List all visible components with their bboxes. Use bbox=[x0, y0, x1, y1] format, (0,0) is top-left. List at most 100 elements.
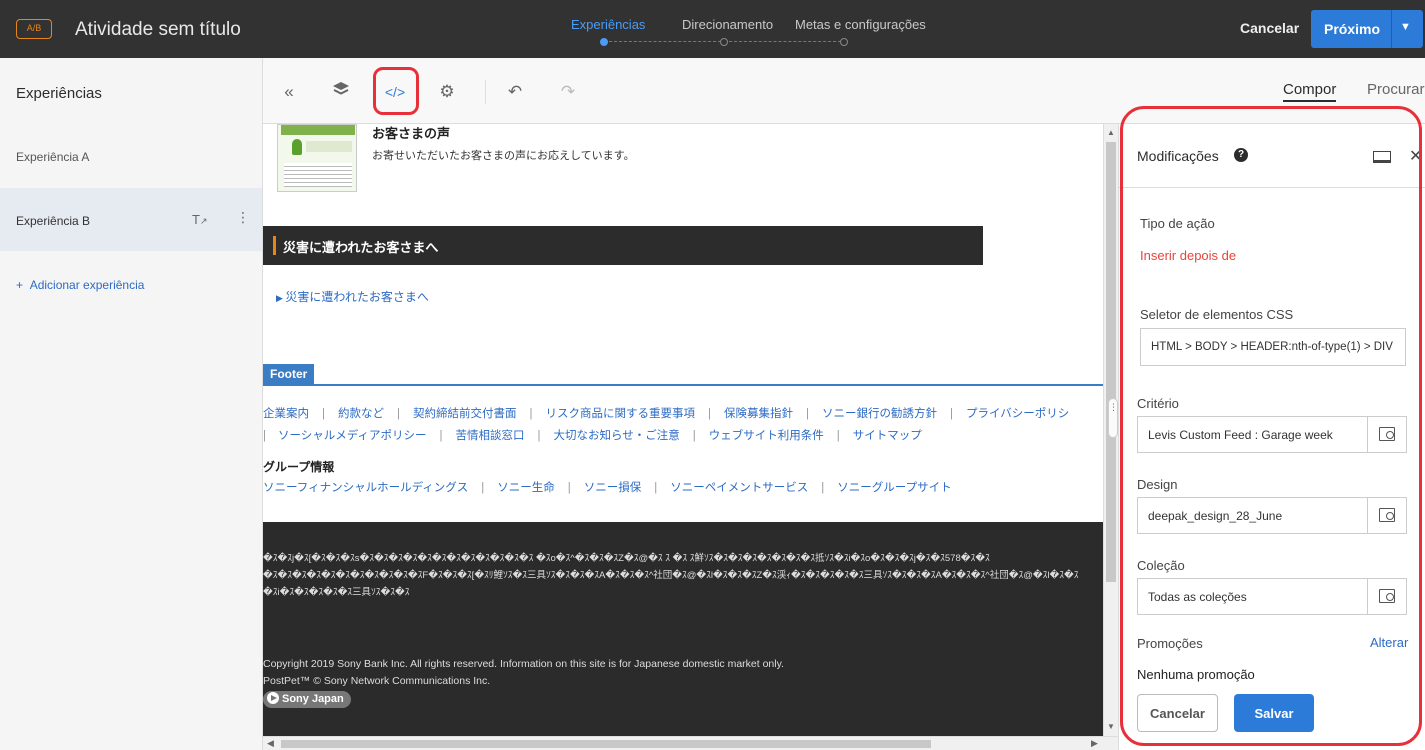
design-field[interactable]: deepak_design_28_June bbox=[1137, 497, 1407, 534]
thumbnail-button bbox=[306, 141, 352, 152]
design-label: Design bbox=[1137, 477, 1178, 492]
panel-save-button[interactable]: Salvar bbox=[1234, 694, 1314, 732]
design-value: deepak_design_28_June bbox=[1148, 509, 1283, 523]
scroll-right-icon[interactable]: ▶ bbox=[1091, 738, 1098, 749]
ab-activity-badge: A/B bbox=[16, 19, 52, 39]
step-dot-experiences bbox=[600, 38, 608, 46]
change-promotions-link[interactable]: Alterar bbox=[1370, 635, 1408, 650]
experience-item-b[interactable]: Experiência B T↗ ⋮ bbox=[0, 188, 262, 251]
collection-value: Todas as coleções bbox=[1148, 590, 1247, 604]
footer-link[interactable]: 大切なお知らせ・ご注意 bbox=[553, 430, 679, 442]
disaster-heading-bar: 災害に遭われたお客さまへ bbox=[263, 226, 983, 265]
scroll-thumb[interactable] bbox=[1106, 142, 1116, 582]
footer-link[interactable]: 約款など bbox=[338, 408, 384, 420]
no-promotion-text: Nenhuma promoção bbox=[1137, 667, 1255, 682]
thumbnail-header bbox=[281, 125, 355, 135]
scroll-thumb[interactable] bbox=[281, 740, 931, 748]
code-icon[interactable]: </> bbox=[383, 80, 407, 104]
gear-icon[interactable]: ⚙ bbox=[435, 80, 459, 104]
voice-subtitle: お寄せいただいたお客さまの声にお応えしています。 bbox=[372, 150, 635, 162]
add-experience-label: Adicionar experiência bbox=[29, 278, 145, 292]
footer-tab[interactable]: Footer bbox=[263, 364, 315, 385]
close-icon[interactable]: ✕ bbox=[1409, 146, 1422, 166]
thumbnail-text bbox=[284, 163, 352, 187]
resize-handle[interactable]: ⋮ bbox=[1108, 398, 1118, 438]
dark-footer: �ｽ�ｽj�ｽ[�ｽ�ｽ�ｽs�ｽ�ｽ�ｽ�ｽ�ｽ�ｽ�ｽ�ｽ�ｽ�ｽ�ｽ�ｽ … bbox=[263, 522, 1103, 736]
browse-search-icon bbox=[1379, 508, 1395, 522]
scroll-down-icon[interactable]: ▼ bbox=[1107, 722, 1115, 731]
rename-icon[interactable]: T↗ bbox=[192, 212, 208, 227]
split-divider bbox=[1391, 10, 1392, 48]
criteria-field[interactable]: Levis Custom Feed : Garage week bbox=[1137, 416, 1407, 453]
experience-item-b-label: Experiência B bbox=[16, 214, 91, 228]
browse-button[interactable] bbox=[1367, 417, 1407, 452]
action-type-label: Tipo de ação bbox=[1140, 216, 1215, 231]
group-link[interactable]: ソニーグループサイト bbox=[837, 482, 951, 494]
page-preview[interactable]: お客さまの声 お寄せいただいたお客さまの声にお応えしています。 災害に遭われたお… bbox=[263, 124, 1103, 736]
editor-toolbar: « </> ⚙ ↶ ↷ Compor Procurar bbox=[263, 58, 1425, 124]
footer-link[interactable]: 企業案内 bbox=[263, 408, 309, 420]
voice-thumbnail bbox=[277, 124, 357, 192]
step-experiences[interactable]: Experiências bbox=[571, 17, 645, 32]
cancel-button[interactable]: Cancelar bbox=[1240, 20, 1299, 36]
redo-icon[interactable]: ↷ bbox=[556, 80, 580, 104]
sony-japan-link[interactable]: Sony Japan bbox=[263, 691, 351, 708]
next-button[interactable]: Próximo ▼ bbox=[1311, 10, 1423, 48]
group-link[interactable]: ソニーペイメントサービス bbox=[670, 482, 808, 494]
footer-link[interactable]: プライバシーポリシ bbox=[966, 408, 1069, 420]
garbled-text-line: �ｽ�ｽj�ｽ[�ｽ�ｽ�ｽs�ｽ�ｽ�ｽ�ｽ�ｽ�ｽ�ｽ�ｽ�ｽ�ｽ�ｽ�ｽ … bbox=[263, 553, 990, 564]
footer-link[interactable]: ウェブサイト利用条件 bbox=[709, 430, 824, 442]
tab-compose[interactable]: Compor bbox=[1283, 81, 1337, 102]
add-experience-link[interactable]: + Adicionar experiência bbox=[16, 278, 144, 292]
panel-cancel-button[interactable]: Cancelar bbox=[1137, 694, 1218, 732]
panel-divider bbox=[1119, 187, 1425, 188]
layers-icon[interactable] bbox=[329, 80, 353, 104]
horizontal-scrollbar[interactable]: ◀ ▶ bbox=[263, 736, 1118, 750]
experience-item-a[interactable]: Experiência A bbox=[16, 150, 89, 164]
scroll-left-icon[interactable]: ◀ bbox=[267, 738, 274, 749]
footer-link[interactable]: 苦情相談窓口 bbox=[455, 430, 524, 442]
footer-links-row-2: | ソーシャルメディアポリシー | 苦情相談窓口 | 大切なお知らせ・ご注意 | ウェブサイト… bbox=[263, 430, 922, 442]
device-icon[interactable] bbox=[1373, 151, 1391, 163]
undo-icon[interactable]: ↶ bbox=[503, 80, 527, 104]
collection-field[interactable]: Todas as coleções bbox=[1137, 578, 1407, 615]
group-link[interactable]: ソニー生命 bbox=[497, 482, 555, 494]
scroll-up-icon[interactable]: ▲ bbox=[1107, 128, 1115, 137]
footer-link[interactable]: サイトマップ bbox=[853, 430, 922, 442]
disaster-link-label: 災害に遭われたお客さまへ bbox=[285, 290, 429, 304]
footer-link[interactable]: 保険募集指針 bbox=[724, 408, 793, 420]
person-icon bbox=[292, 139, 302, 155]
group-link[interactable]: ソニーフィナンシャルホールディングス bbox=[263, 482, 468, 494]
activity-title[interactable]: Atividade sem título bbox=[75, 19, 241, 41]
footer-links-row-1: 企業案内 | 約款など | 契約締結前交付書面 | リスク商品に関する重要事項 | 保険募集指針… bbox=[263, 408, 1070, 420]
step-connector bbox=[609, 41, 721, 42]
chevron-down-icon[interactable]: ▼ bbox=[1400, 21, 1411, 33]
footer-link[interactable]: ソーシャルメディアポリシー bbox=[278, 430, 426, 442]
toolbar-divider bbox=[485, 80, 486, 104]
next-button-label: Próximo bbox=[1324, 21, 1381, 37]
garbled-text-line: �ｽ�ｽ�ｽ�ｽ�ｽ�ｽ�ｽ�ｽ�ｽ�ｽ�ｽF�ｽ�ｽ�ｽ[�ｽﾘ鯉ｿｽ�ｽ三具… bbox=[263, 570, 1079, 581]
voice-title: お客さまの声 bbox=[372, 126, 451, 141]
sidebar-title: Experiências bbox=[16, 85, 102, 102]
footer-link[interactable]: ソニー銀行の勧誘方針 bbox=[822, 408, 937, 420]
footer-link[interactable]: 契約締結前交付書面 bbox=[413, 408, 517, 420]
step-connector bbox=[729, 41, 841, 42]
disaster-heading: 災害に遭われたお客さまへ bbox=[283, 240, 439, 255]
footer-link[interactable]: リスク商品に関する重要事項 bbox=[546, 408, 696, 420]
group-link[interactable]: ソニー損保 bbox=[584, 482, 642, 494]
browse-button[interactable] bbox=[1367, 579, 1407, 614]
collapse-icon[interactable]: « bbox=[277, 80, 301, 104]
tab-browse[interactable]: Procurar bbox=[1367, 81, 1425, 98]
step-dot-goals bbox=[840, 38, 848, 46]
play-icon bbox=[267, 692, 279, 704]
step-targeting[interactable]: Direcionamento bbox=[682, 17, 773, 32]
browse-button[interactable] bbox=[1367, 498, 1407, 533]
collection-label: Coleção bbox=[1137, 558, 1185, 573]
group-links-row: ソニーフィナンシャルホールディングス | ソニー生命 | ソニー損保 | ソニーペイメントサ… bbox=[263, 482, 952, 494]
disaster-link[interactable]: ▶ 災害に遭われたお客さまへ bbox=[276, 288, 429, 305]
help-icon[interactable]: ? bbox=[1234, 148, 1248, 162]
footer-divider bbox=[263, 384, 1103, 386]
step-goals-settings[interactable]: Metas e configurações bbox=[795, 17, 926, 32]
css-selector-field[interactable]: HTML > BODY > HEADER:nth-of-type(1) > DI… bbox=[1140, 328, 1406, 366]
more-vertical-icon[interactable]: ⋮ bbox=[236, 209, 250, 226]
